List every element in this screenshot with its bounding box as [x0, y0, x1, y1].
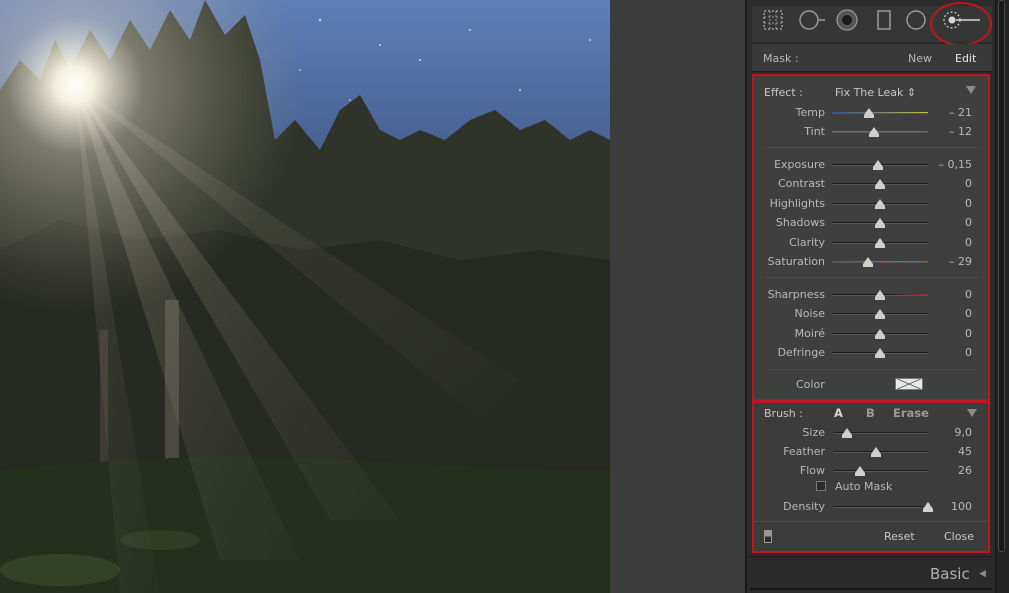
saturation-slider-handle[interactable]	[862, 257, 873, 267]
basic-expand-icon[interactable]: ◀	[979, 569, 986, 579]
effect-collapse-icon[interactable]	[966, 86, 976, 94]
sharpness-label: Sharpness	[767, 288, 825, 301]
saturation-slider[interactable]	[832, 261, 928, 263]
brush-a-button[interactable]: A	[834, 406, 843, 420]
section-divider	[765, 277, 979, 278]
close-button[interactable]: Close	[944, 530, 974, 543]
mask-label: Mask :	[763, 52, 799, 65]
tint-slider-handle[interactable]	[869, 127, 880, 138]
panel-on-off-toggle[interactable]	[764, 530, 772, 543]
saturation-value[interactable]: – 29	[932, 255, 972, 268]
size-slider-handle[interactable]	[842, 428, 853, 438]
exposure-value[interactable]: – 0,15	[932, 158, 973, 171]
red-eye-icon[interactable]	[836, 9, 858, 31]
feather-label: Feather	[783, 445, 825, 458]
spot-removal-icon[interactable]	[798, 9, 826, 31]
moir--value[interactable]: 0	[932, 327, 972, 340]
moir--label: Moiré	[794, 326, 825, 340]
mask-new-button[interactable]: New	[908, 52, 932, 65]
exposure-slider-handle[interactable]	[873, 160, 884, 170]
flow-slider-handle[interactable]	[855, 466, 866, 476]
brush-b-button[interactable]: B	[866, 406, 875, 420]
density-value[interactable]: 100	[932, 500, 972, 513]
temp-label: Temp	[795, 106, 825, 119]
contrast-slider-handle[interactable]	[875, 179, 885, 190]
shadows-value[interactable]: 0	[932, 216, 972, 229]
temp-slider-handle[interactable]	[864, 108, 875, 118]
highlights-value[interactable]: 0	[932, 197, 972, 210]
feather-value[interactable]: 45	[932, 445, 972, 458]
color-swatch[interactable]	[895, 378, 923, 390]
effect-preset-select[interactable]: Fix The Leak ⇕	[835, 86, 916, 99]
color-label: Color	[796, 378, 825, 391]
shadows-slider-handle[interactable]	[875, 218, 885, 229]
defringe-value[interactable]: 0	[932, 346, 972, 359]
clarity-label: Clarity	[789, 235, 825, 249]
section-divider	[765, 369, 979, 370]
noise-label: Noise	[794, 307, 825, 321]
reset-button[interactable]: Reset	[884, 530, 915, 543]
contrast-label: Contrast	[777, 177, 825, 191]
feather-slider-handle[interactable]	[871, 447, 882, 457]
brush-label: Brush :	[764, 407, 803, 420]
section-divider	[765, 147, 979, 148]
photo-preview[interactable]	[0, 0, 610, 593]
basic-underline	[750, 588, 992, 590]
defringe-slider-handle[interactable]	[875, 348, 885, 359]
highlights-label: Highlights	[769, 196, 825, 210]
exposure-label: Exposure	[774, 158, 825, 171]
highlight-ring	[930, 2, 992, 46]
density-label: Density	[783, 500, 825, 513]
auto-mask-checkbox[interactable]	[816, 481, 826, 491]
highlights-slider-handle[interactable]	[875, 198, 885, 209]
canvas-background	[610, 0, 745, 593]
forest-photo	[0, 0, 610, 593]
temp-slider[interactable]	[832, 112, 928, 114]
flow-label: Flow	[799, 464, 825, 477]
radial-filter-icon[interactable]	[905, 9, 927, 31]
temp-value[interactable]: – 21	[932, 106, 972, 119]
mask-row: Mask : New Edit	[752, 44, 992, 72]
footer-divider	[754, 521, 988, 522]
tint-slider[interactable]	[832, 131, 928, 134]
noise-slider-handle[interactable]	[875, 309, 885, 320]
tint-value[interactable]: – 12	[932, 125, 972, 138]
size-label: Size	[802, 426, 825, 439]
basic-panel-title: Basic	[930, 565, 970, 583]
flow-value[interactable]: 26	[932, 464, 972, 477]
clarity-value[interactable]: 0	[932, 236, 972, 249]
mask-edit-button[interactable]: Edit	[955, 52, 976, 65]
panel-scroll-thumb[interactable]	[998, 0, 1005, 552]
flow-slider[interactable]	[834, 470, 928, 472]
saturation-label: Saturation	[767, 255, 825, 268]
moir--slider-handle[interactable]	[875, 328, 885, 339]
sharpness-slider-handle[interactable]	[875, 290, 885, 300]
auto-mask-label: Auto Mask	[835, 480, 893, 493]
graduated-filter-icon[interactable]	[873, 9, 895, 31]
brush-erase-button[interactable]: Erase	[893, 406, 929, 420]
effect-label: Effect :	[764, 86, 803, 99]
sharpness-value[interactable]: 0	[932, 288, 972, 301]
shadows-label: Shadows	[775, 216, 825, 230]
size-value[interactable]: 9,0	[932, 426, 973, 439]
noise-value[interactable]: 0	[932, 307, 972, 320]
defringe-label: Defringe	[777, 346, 825, 360]
density-slider[interactable]	[834, 506, 928, 508]
contrast-value[interactable]: 0	[932, 177, 972, 190]
tint-label: Tint	[804, 125, 825, 139]
crop-overlay-icon[interactable]	[762, 9, 784, 31]
clarity-slider-handle[interactable]	[875, 237, 885, 248]
brush-collapse-icon[interactable]	[967, 409, 977, 417]
